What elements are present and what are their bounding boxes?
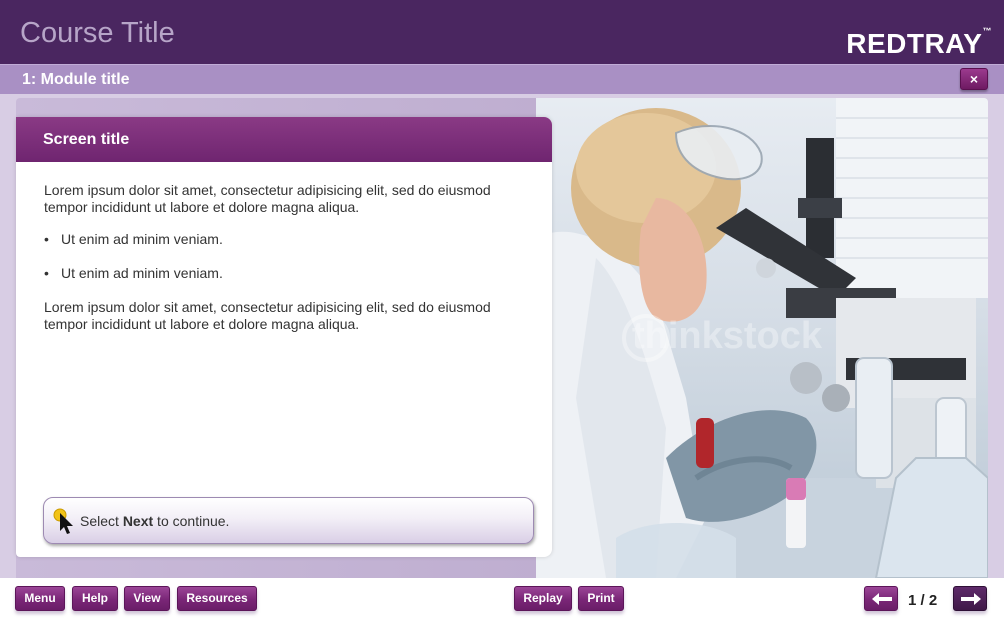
scientist-microscope-photo: thinkstock bbox=[536, 98, 988, 578]
resources-button[interactable]: Resources bbox=[177, 586, 257, 611]
replay-button[interactable]: Replay bbox=[514, 586, 572, 611]
instruction-text: Select Next to continue. bbox=[80, 513, 229, 529]
help-button[interactable]: Help bbox=[72, 586, 118, 611]
cursor-icon bbox=[53, 508, 73, 534]
list-item: Ut enim ad minim veniam. bbox=[44, 231, 524, 265]
next-button[interactable] bbox=[953, 586, 987, 611]
previous-button[interactable] bbox=[864, 586, 898, 611]
bullet-list: Ut enim ad minim veniam. Ut enim ad mini… bbox=[44, 231, 524, 299]
logo-text: REDTRAY bbox=[846, 28, 983, 59]
footer-toolbar: Menu Help View Resources Replay Print 1 … bbox=[0, 578, 1004, 622]
close-icon: × bbox=[969, 71, 979, 87]
list-item: Ut enim ad minim veniam. bbox=[44, 265, 524, 299]
screen-title: Screen title bbox=[43, 131, 130, 148]
panel-header: Screen title bbox=[16, 117, 552, 162]
menu-button[interactable]: Menu bbox=[15, 586, 65, 611]
module-title: 1: Module title bbox=[22, 71, 130, 88]
print-button[interactable]: Print bbox=[578, 586, 624, 611]
redtray-logo: REDTRAY™ bbox=[846, 26, 992, 60]
close-button[interactable]: × bbox=[960, 68, 988, 90]
header: Course Title REDTRAY™ bbox=[0, 0, 1004, 64]
content-panel: Screen title Lorem ipsum dolor sit amet,… bbox=[16, 117, 552, 557]
module-bar: 1: Module title × bbox=[0, 64, 1004, 94]
photo-illustration: thinkstock bbox=[536, 98, 988, 578]
arrow-left-icon bbox=[872, 593, 892, 605]
page-indicator: 1 / 2 bbox=[908, 592, 938, 609]
logo-tm: ™ bbox=[982, 26, 992, 36]
course-title: Course Title bbox=[20, 17, 175, 49]
arrow-right-icon bbox=[961, 593, 981, 605]
instruction-suffix: to continue. bbox=[153, 513, 230, 529]
body-paragraph-1: Lorem ipsum dolor sit amet, consectetur … bbox=[44, 182, 491, 215]
instruction-bold: Next bbox=[122, 513, 154, 529]
instruction-prefix: Select bbox=[80, 513, 123, 529]
body-paragraph-2: Lorem ipsum dolor sit amet, consectetur … bbox=[44, 299, 491, 332]
instruction-box: Select Next to continue. bbox=[43, 497, 534, 544]
view-button[interactable]: View bbox=[124, 586, 170, 611]
